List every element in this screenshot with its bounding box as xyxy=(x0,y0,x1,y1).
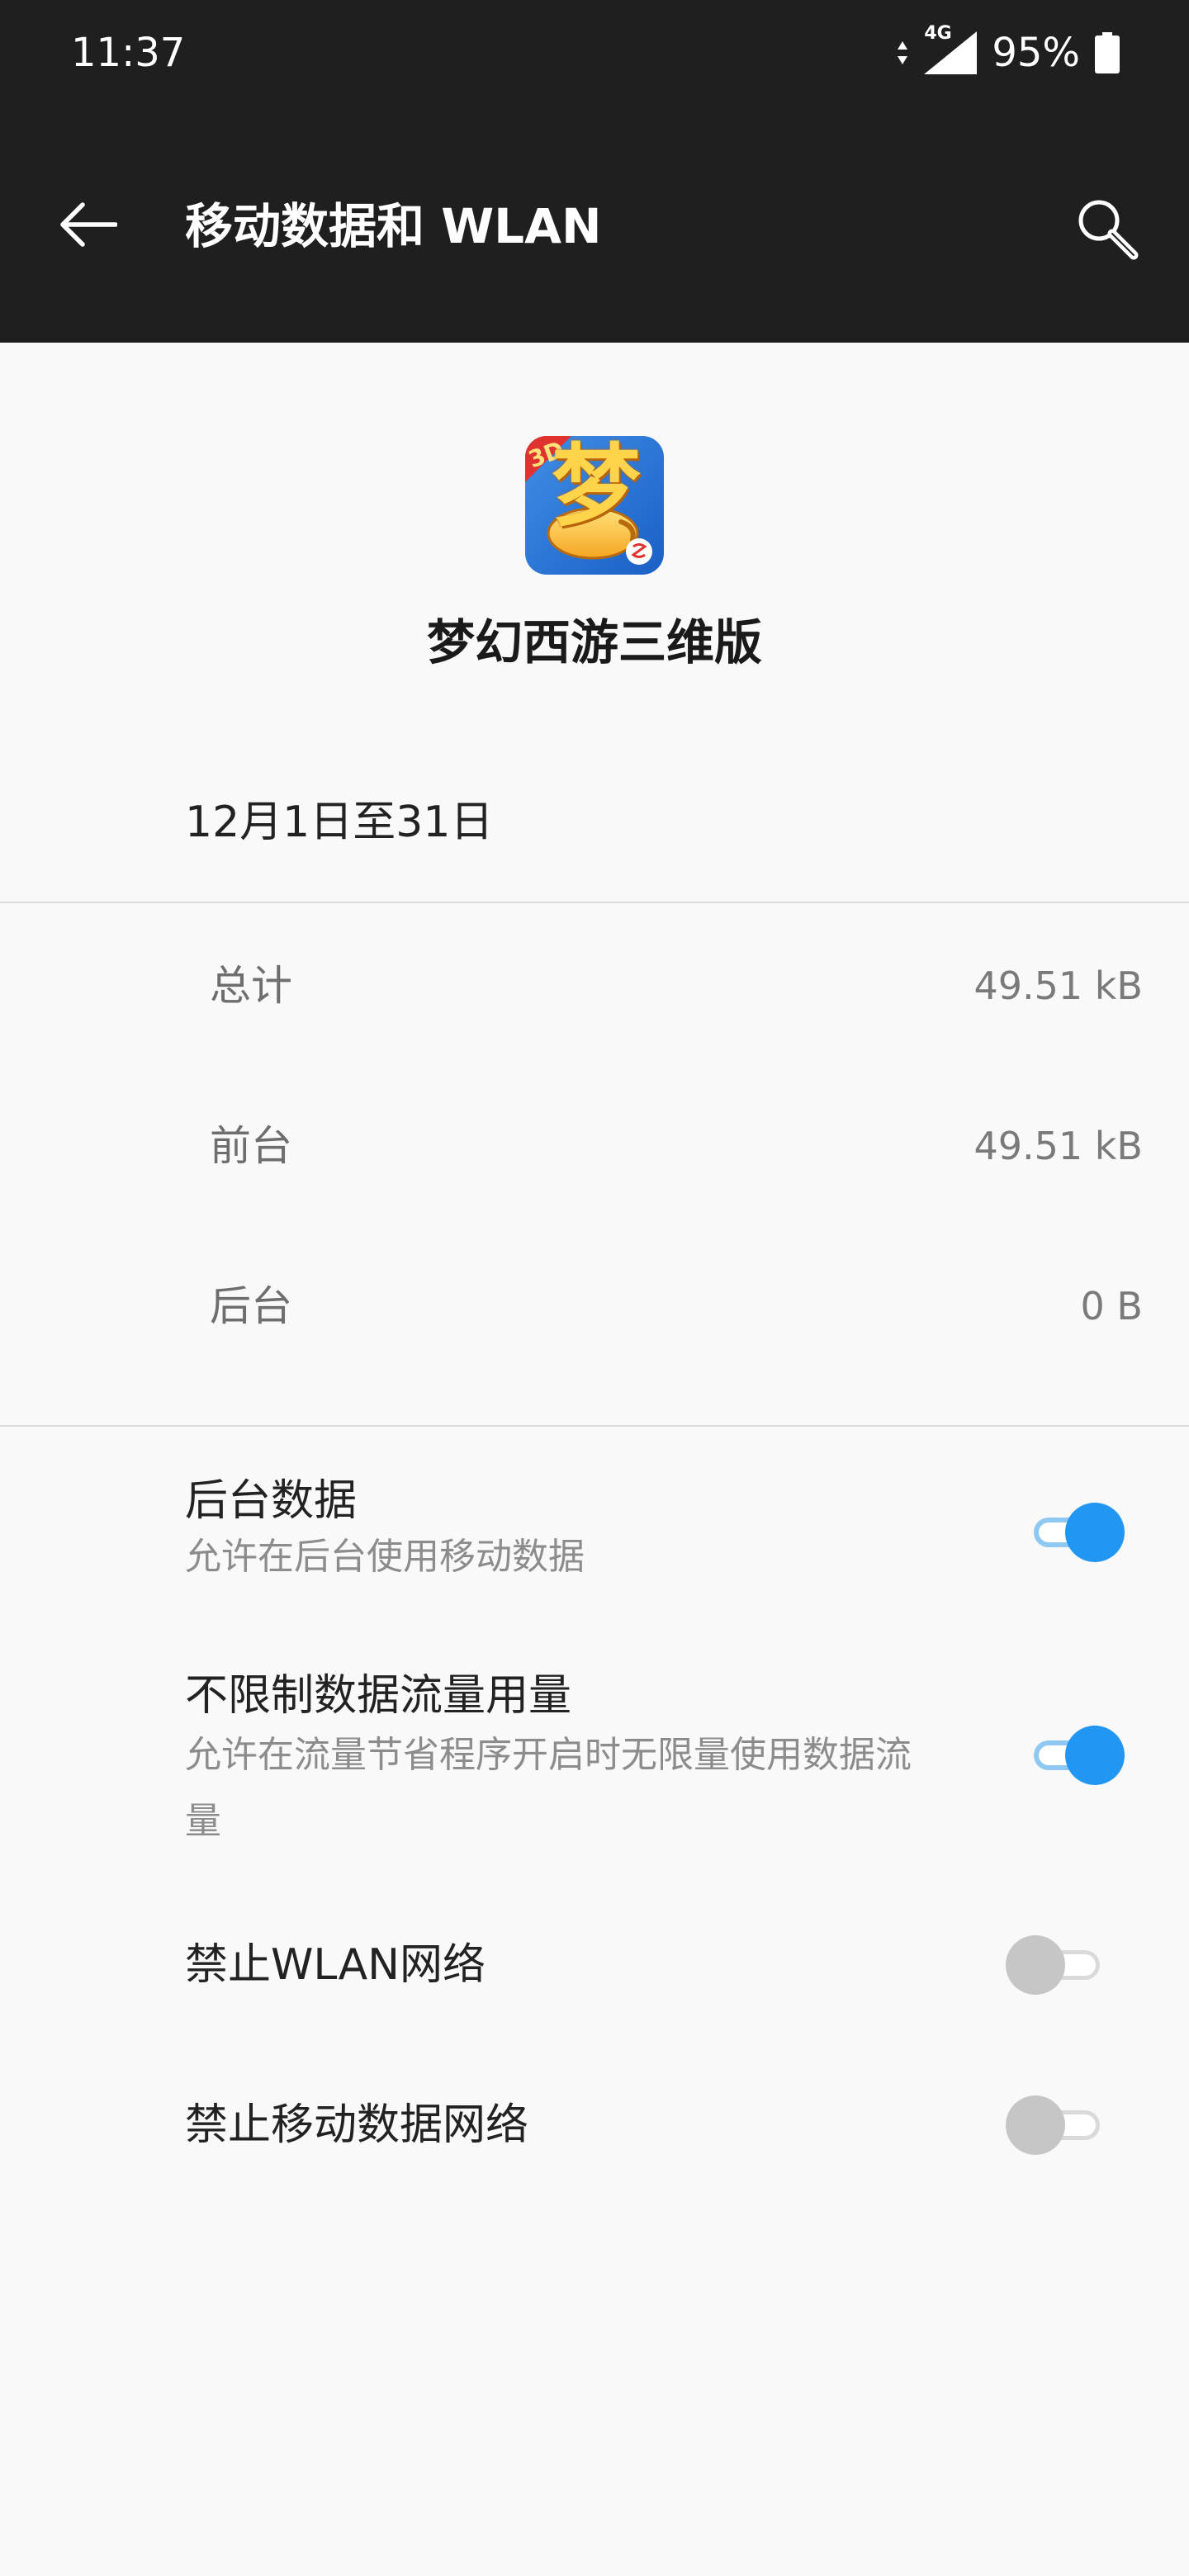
setting-title: 禁止移动数据网络 xyxy=(185,2100,529,2150)
usage-label: 总计 xyxy=(210,962,292,1010)
search-icon xyxy=(1078,200,1139,260)
toggle-thumb xyxy=(1065,1503,1125,1562)
setting-title: 禁止WLAN网络 xyxy=(185,1940,486,1990)
network-type-label: 4G xyxy=(924,23,952,44)
toggle-thumb xyxy=(1065,1726,1125,1785)
usage-value: 49.51 kB xyxy=(973,964,1143,1008)
app-icon-glyph: 梦 xyxy=(551,436,641,538)
setting-disable-wlan[interactable]: 禁止WLAN网络 xyxy=(0,1924,1189,2006)
divider xyxy=(0,1425,1189,1427)
app-bar: 移动数据和 WLAN xyxy=(0,107,1189,343)
usage-label: 前台 xyxy=(210,1122,292,1170)
app-icon: 3D 梦 xyxy=(525,436,664,575)
search-button[interactable] xyxy=(1062,183,1153,274)
setting-title: 不限制数据流量用量 xyxy=(185,1671,572,1721)
battery-icon xyxy=(1095,32,1120,73)
unrestricted-data-toggle[interactable] xyxy=(1026,1722,1125,1788)
usage-label: 后台 xyxy=(210,1282,292,1330)
signal-icon: 4G xyxy=(924,23,978,74)
usage-value: 0 B xyxy=(1080,1284,1143,1328)
setting-title: 后台数据 xyxy=(185,1476,358,1526)
setting-summary: 允许在流量节省程序开启时无限量使用数据流量 xyxy=(185,1734,912,1842)
background-data-toggle[interactable] xyxy=(1026,1499,1125,1565)
setting-background-data[interactable]: 后台数据 允许在后台使用移动数据 xyxy=(0,1453,1189,1618)
usage-value: 49.51 kB xyxy=(973,1124,1143,1168)
setting-summary: 允许在后台使用移动数据 xyxy=(185,1536,585,1578)
battery-percent: 95% xyxy=(992,30,1080,76)
usage-row-background: 后台 0 B xyxy=(0,1257,1189,1356)
cycle-date-range[interactable]: 12月1日至31日 xyxy=(185,791,493,854)
status-bar: 11:37 4G 95% xyxy=(0,0,1189,107)
arrow-left-icon xyxy=(60,202,117,247)
toggle-thumb xyxy=(1006,2095,1065,2155)
disable-wlan-toggle[interactable] xyxy=(1006,1932,1105,1998)
divider xyxy=(0,902,1189,903)
status-time: 11:37 xyxy=(71,30,186,76)
app-name: 梦幻西游三维版 xyxy=(426,614,762,670)
status-icons: 4G 95% xyxy=(896,23,1120,83)
page-title: 移动数据和 WLAN xyxy=(185,198,602,254)
usage-row-foreground: 前台 49.51 kB xyxy=(0,1096,1189,1196)
data-activity-icon xyxy=(898,41,908,64)
back-button[interactable] xyxy=(46,183,129,266)
toggle-thumb xyxy=(1006,1935,1065,1995)
usage-row-total: 总计 49.51 kB xyxy=(0,936,1189,1035)
disable-mobile-data-toggle[interactable] xyxy=(1006,2092,1105,2158)
setting-disable-mobile-data[interactable]: 禁止移动数据网络 xyxy=(0,2084,1189,2166)
setting-unrestricted-data[interactable]: 不限制数据流量用量 允许在流量节省程序开启时无限量使用数据流量 xyxy=(0,1651,1189,1866)
